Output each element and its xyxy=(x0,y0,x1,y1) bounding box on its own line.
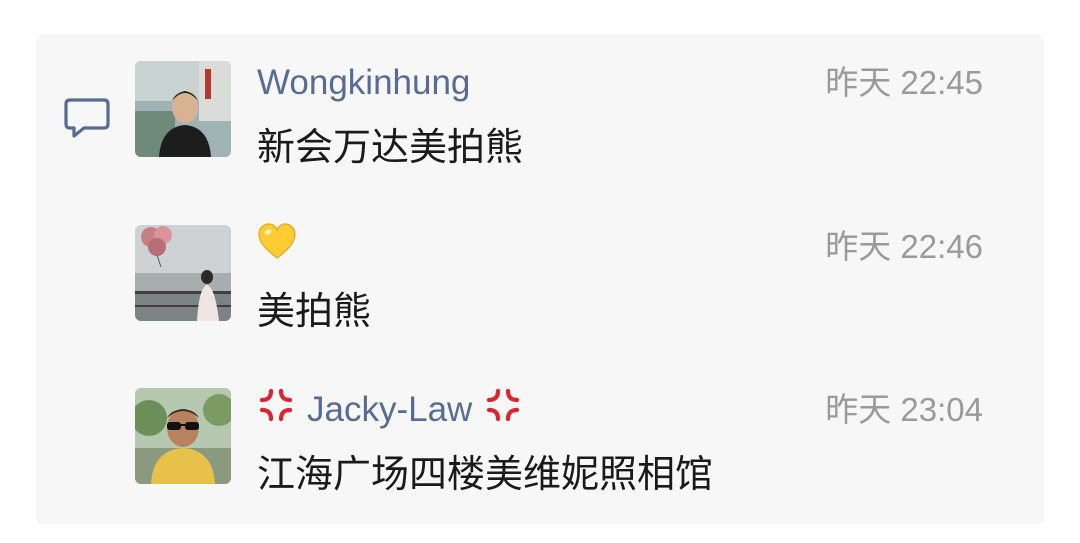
commenter-name[interactable]: Wongkinhung xyxy=(257,61,470,105)
comment-bubble-icon xyxy=(62,96,112,140)
avatar[interactable] xyxy=(135,225,231,321)
comment-time: 昨天 22:45 xyxy=(825,64,983,101)
avatar[interactable] xyxy=(135,388,231,484)
comment-text: 美拍熊 xyxy=(257,291,372,333)
anger-symbol-emoji xyxy=(257,386,295,435)
commenter-name[interactable] xyxy=(257,222,297,269)
commenter-name-text[interactable]: Jacky-Law xyxy=(307,388,472,432)
comment-time: 昨天 22:46 xyxy=(825,228,983,265)
comment-text: 江海广场四楼美维妮照相馆 xyxy=(257,454,714,496)
comment-text: 新会万达美拍熊 xyxy=(257,127,524,169)
comment-time: 昨天 23:04 xyxy=(825,391,983,428)
yellow-heart-emoji xyxy=(257,222,297,273)
commenter-name[interactable]: Jacky-Law xyxy=(257,388,522,432)
avatar[interactable] xyxy=(135,61,231,157)
anger-symbol-emoji xyxy=(484,386,522,435)
